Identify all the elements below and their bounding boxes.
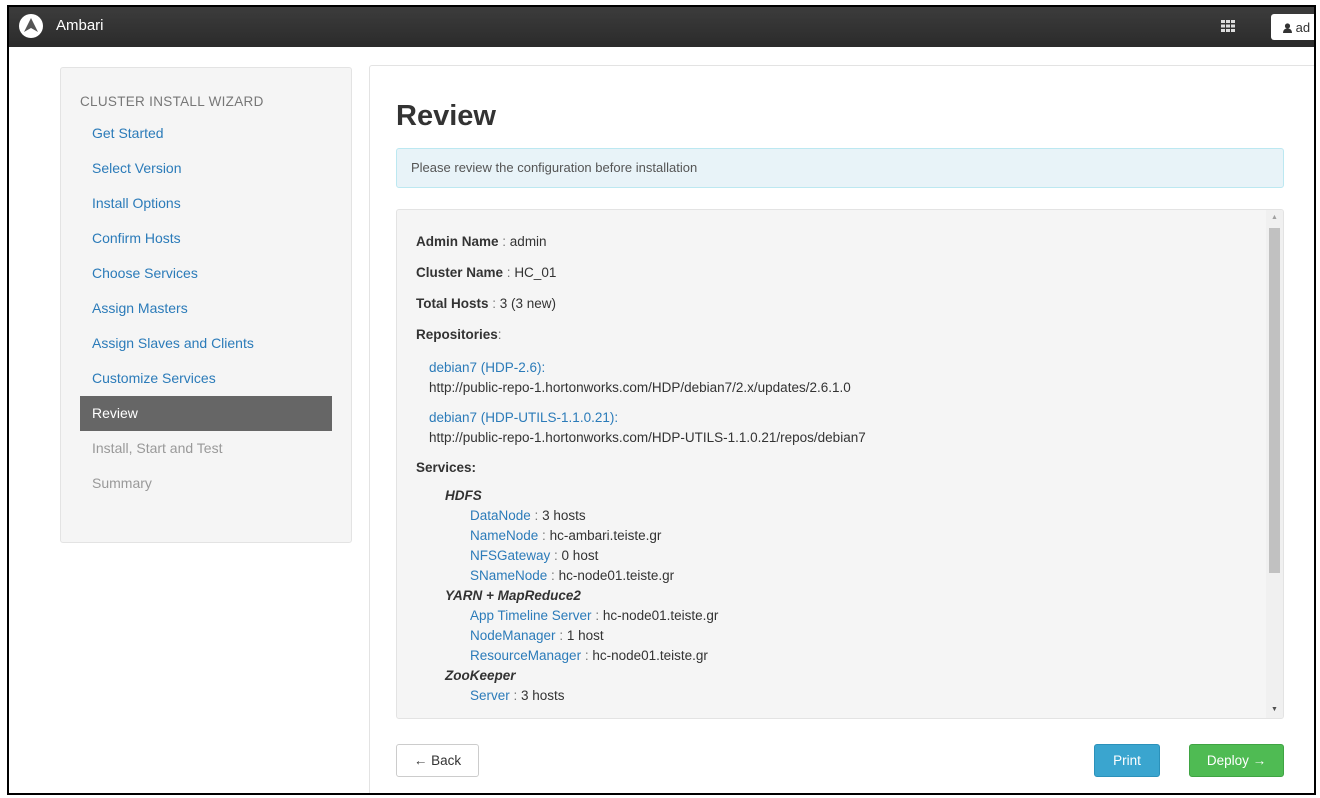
wizard-title: CLUSTER INSTALL WIZARD	[80, 94, 264, 109]
step-select-version[interactable]: Select Version	[80, 151, 332, 186]
service-component: DataNode : 3 hosts	[416, 506, 1256, 526]
repository-item: debian7 (HDP-UTILS-1.1.0.21): http://pub…	[416, 408, 1256, 448]
repositories-colon: :	[497, 327, 502, 342]
step-assign-slaves-clients[interactable]: Assign Slaves and Clients	[80, 326, 332, 361]
field-value: 3 (3 new)	[499, 296, 557, 311]
field-key: Total Hosts	[416, 296, 489, 311]
component-separator: :	[550, 548, 562, 563]
component-name: NodeManager	[470, 628, 556, 643]
component-separator: :	[509, 688, 522, 703]
service-component: NFSGateway : 0 host	[416, 546, 1256, 566]
step-get-started[interactable]: Get Started	[80, 116, 332, 151]
scroll-down-arrow-icon[interactable]: ▼	[1266, 702, 1283, 718]
back-button[interactable]: ← Back	[396, 744, 479, 777]
field-separator: :	[503, 265, 515, 280]
service-component: SNameNode : hc-node01.teiste.gr	[416, 566, 1256, 586]
service-component: Server : 3 hosts	[416, 686, 1256, 706]
component-separator: :	[530, 508, 543, 523]
field-separator: :	[498, 234, 510, 249]
component-name: SNameNode	[470, 568, 548, 583]
component-name: NFSGateway	[470, 548, 551, 563]
repositories-label: Repositories	[416, 327, 498, 342]
component-value: hc-node01.teiste.gr	[602, 608, 719, 623]
component-value: hc-node01.teiste.gr	[558, 568, 675, 583]
ambari-logo-icon[interactable]	[19, 14, 43, 38]
user-menu-label: ad	[1295, 20, 1311, 35]
component-name: App Timeline Server	[470, 608, 592, 623]
user-menu-button[interactable]: ad	[1271, 14, 1314, 40]
repository-name: debian7 (HDP-UTILS-1.1.0.21):	[429, 410, 619, 425]
service-name: YARN + MapReduce2	[445, 588, 581, 603]
service-component: NameNode : hc-ambari.teiste.gr	[416, 526, 1256, 546]
field-value: HC_01	[514, 265, 557, 280]
repository-url: http://public-repo-1.hortonworks.com/HDP…	[429, 430, 866, 445]
scroll-thumb[interactable]	[1269, 228, 1280, 573]
field-key: Admin Name	[416, 234, 499, 249]
step-install-options[interactable]: Install Options	[80, 186, 332, 221]
step-summary: Summary	[92, 475, 152, 491]
print-button[interactable]: Print	[1094, 744, 1160, 777]
step-assign-masters[interactable]: Assign Masters	[80, 291, 332, 326]
wizard-steps: Get Started Select Version Install Optio…	[80, 116, 332, 501]
component-name: ResourceManager	[470, 648, 582, 663]
component-name: Server	[470, 688, 510, 703]
step-install-start-test: Install, Start and Test	[92, 440, 223, 456]
component-value: hc-node01.teiste.gr	[592, 648, 708, 663]
component-value: 3 hosts	[542, 508, 586, 523]
component-value: 1 host	[566, 628, 604, 643]
component-name: DataNode	[470, 508, 531, 523]
component-value: hc-ambari.teiste.gr	[549, 528, 662, 543]
services-heading: Services:	[416, 460, 477, 475]
main-panel: Review Please review the configuration b…	[369, 65, 1314, 793]
review-scrollbar[interactable]: ▲ ▼	[1266, 210, 1283, 718]
component-value: 0 host	[561, 548, 599, 563]
component-value: 3 hosts	[521, 688, 565, 703]
admin-name-field: Admin Name : admin	[416, 232, 1256, 263]
field-key: Cluster Name	[416, 265, 504, 280]
info-alert: Please review the configuration before i…	[396, 148, 1284, 188]
browser-frame: Ambari ad CLUSTER INSTALL WIZARD Get Sta…	[7, 5, 1316, 795]
component-separator: :	[538, 528, 550, 543]
deploy-button[interactable]: Deploy →	[1189, 744, 1284, 777]
step-customize-services[interactable]: Customize Services	[80, 361, 332, 396]
field-separator: :	[488, 296, 500, 311]
service-component: App Timeline Server : hc-node01.teiste.g…	[416, 606, 1256, 626]
apps-grid-icon[interactable]	[1221, 20, 1235, 32]
brand-name[interactable]: Ambari	[56, 17, 104, 34]
repositories-heading: Repositories:	[416, 325, 1256, 356]
cluster-name-field: Cluster Name : HC_01	[416, 263, 1256, 294]
repository-url: http://public-repo-1.hortonworks.com/HDP…	[429, 380, 851, 395]
user-icon	[1283, 20, 1296, 35]
step-confirm-hosts[interactable]: Confirm Hosts	[80, 221, 332, 256]
service-component: ResourceManager : hc-node01.teiste.gr	[416, 646, 1256, 666]
review-content: Admin Name : admin Cluster Name : HC_01 …	[416, 232, 1256, 718]
page-title: Review	[396, 100, 496, 132]
component-separator: :	[591, 608, 603, 623]
scroll-up-arrow-icon[interactable]: ▲	[1266, 210, 1283, 226]
repository-name: debian7 (HDP-2.6):	[429, 360, 546, 375]
component-separator: :	[555, 628, 567, 643]
step-choose-services[interactable]: Choose Services	[80, 256, 332, 291]
field-value: admin	[509, 234, 547, 249]
repository-item: debian7 (HDP-2.6): http://public-repo-1.…	[416, 358, 1256, 398]
step-review[interactable]: Review	[80, 396, 332, 431]
component-separator: :	[547, 568, 559, 583]
component-separator: :	[581, 648, 593, 663]
service-name: ZooKeeper	[445, 668, 516, 683]
service-name: HDFS	[445, 488, 482, 503]
wizard-sidebar: CLUSTER INSTALL WIZARD Get Started Selec…	[60, 67, 352, 543]
review-summary-box[interactable]: Admin Name : admin Cluster Name : HC_01 …	[396, 209, 1284, 719]
component-name: NameNode	[470, 528, 539, 543]
service-component: NodeManager : 1 host	[416, 626, 1256, 646]
total-hosts-field: Total Hosts : 3 (3 new)	[416, 294, 1256, 325]
top-navbar: Ambari ad	[9, 7, 1314, 47]
